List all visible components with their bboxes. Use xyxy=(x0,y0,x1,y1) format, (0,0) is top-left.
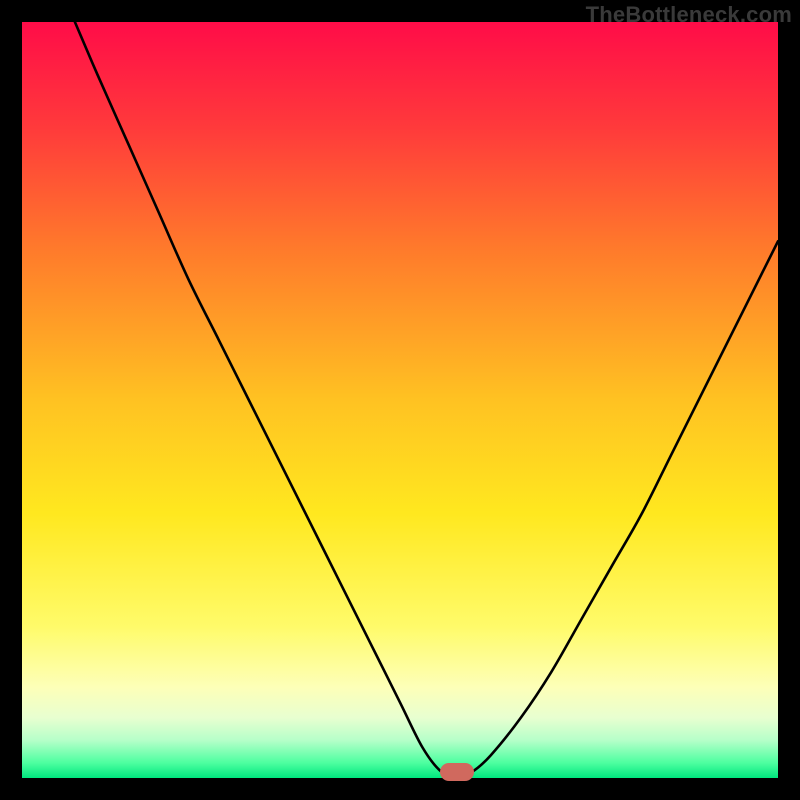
curve-path xyxy=(75,22,778,776)
optimal-marker xyxy=(440,763,474,781)
bottleneck-curve xyxy=(22,22,778,778)
watermark-text: TheBottleneck.com xyxy=(586,2,792,28)
plot-area xyxy=(22,22,778,778)
chart-frame: TheBottleneck.com xyxy=(0,0,800,800)
